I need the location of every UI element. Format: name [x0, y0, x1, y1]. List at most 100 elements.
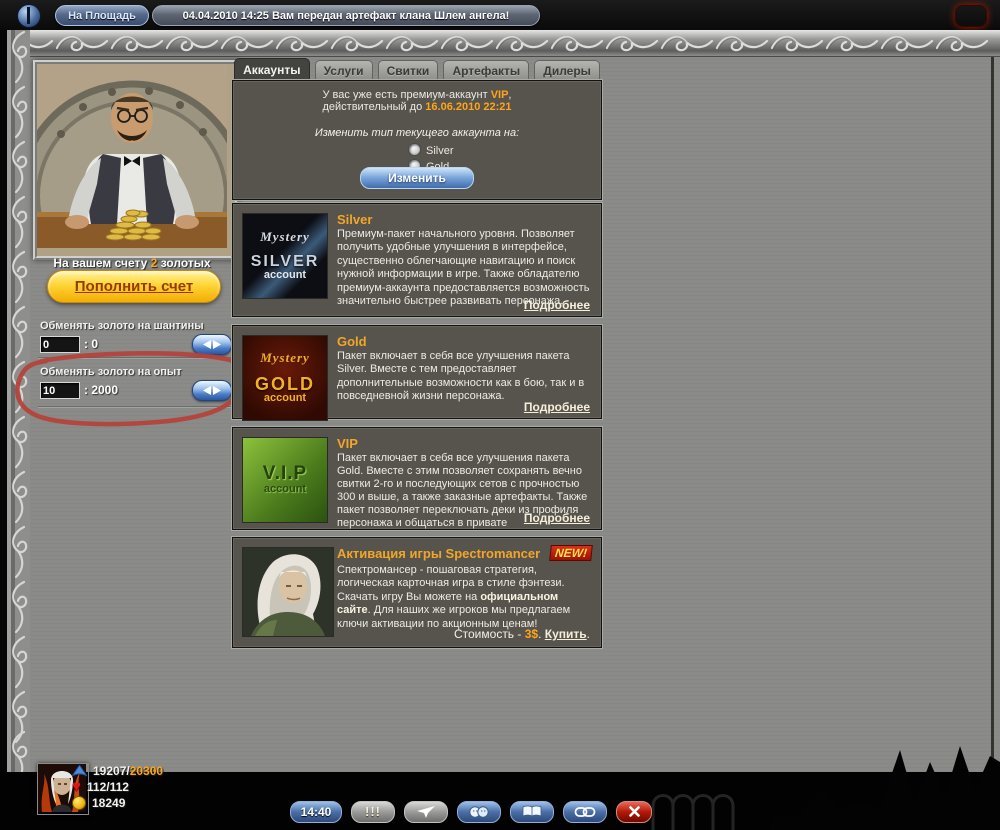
link-button[interactable]	[563, 801, 607, 823]
more-link-silver[interactable]: Подробнее	[524, 298, 590, 312]
silver-account-badge: Mystery SILVER account	[242, 213, 328, 299]
tab-dealers[interactable]: Дилеры	[534, 60, 600, 80]
tab-label: Дилеры	[543, 64, 591, 78]
exchange-shantin-button[interactable]	[192, 334, 232, 355]
filigree-pattern	[0, 30, 1000, 56]
exit-icon[interactable]	[955, 5, 987, 27]
card-silver: Mystery SILVER account Silver Премиум-па…	[232, 203, 602, 317]
filigree-pattern-vertical	[0, 30, 30, 772]
collapse-toggle-icon[interactable]	[17, 4, 41, 28]
new-badge: NEW!	[549, 545, 593, 561]
premium-account-type: VIP	[491, 89, 509, 101]
frame-right-edge	[991, 30, 994, 772]
price-prefix: Стоимость -	[454, 627, 525, 641]
alerts-button[interactable]: !!!	[351, 801, 395, 823]
chat-faces-icon	[468, 805, 490, 819]
mystery-logo: Mystery	[260, 351, 310, 365]
premium-line1-suffix: ,	[508, 89, 511, 101]
promo-text: Спектромансер - пошаговая стратегия, лог…	[337, 564, 587, 631]
health-heart-icon: ♥	[72, 782, 81, 792]
topup-account-button[interactable]: Пополнить счет	[47, 270, 221, 303]
change-account-button[interactable]: Изменить	[360, 167, 474, 189]
book-icon	[522, 805, 542, 818]
exchange-exp-input[interactable]	[40, 382, 80, 399]
time-button[interactable]: 14:40	[290, 801, 342, 823]
exchange-shantin-label: Обменять золото на шантины	[40, 320, 204, 332]
divider	[38, 357, 231, 359]
tab-label: Аккаунты	[243, 63, 300, 77]
exchange-arrows-icon	[201, 339, 223, 350]
buy-suffix: .	[587, 627, 590, 641]
portrait-illustration	[243, 548, 333, 636]
gold-value: 18249	[92, 796, 125, 810]
health-value: 112/112	[87, 780, 129, 794]
exchange-exp-label: Обменять золото на опыт	[40, 366, 182, 378]
stat-experience: 19207/20300	[72, 763, 163, 779]
game-window: На Площадь 04.04.2010 14:25 Вам передан …	[0, 0, 1000, 830]
more-link-vip[interactable]: Подробнее	[524, 511, 590, 525]
tab-services[interactable]: Услуги	[315, 60, 373, 80]
exchange-arrows-icon	[201, 385, 223, 396]
badge-sub: account	[264, 393, 306, 405]
plaza-button[interactable]: На Площадь	[55, 5, 149, 26]
experience-current: 19207/	[93, 764, 130, 778]
card-spectromancer: Активация игры Spectromancer NEW! Спектр…	[232, 537, 602, 648]
balance-suffix: золотых	[161, 256, 211, 270]
price-value: 3$	[525, 627, 538, 641]
premium-line2: действительный до 16.06.2010 22:21	[233, 101, 601, 113]
tab-artifacts[interactable]: Артефакты	[443, 60, 529, 80]
radio-silver[interactable]	[408, 143, 421, 156]
paper-plane-icon	[416, 805, 436, 819]
tab-scrolls[interactable]: Свитки	[378, 60, 439, 80]
card-title-gold: Gold	[337, 334, 367, 349]
bottom-toolbar: 14:40 !!!	[290, 801, 652, 822]
gold-coin-icon	[72, 796, 86, 810]
divider	[38, 406, 231, 408]
badge-sub: account	[264, 484, 306, 496]
mystery-logo: Mystery	[260, 230, 310, 244]
decor-arches	[648, 786, 758, 830]
exchange-shantin-input[interactable]	[40, 336, 80, 353]
spectromancer-portrait	[242, 547, 334, 637]
radio-row-silver: Silver	[408, 143, 601, 157]
close-button[interactable]	[616, 801, 652, 823]
card-title-silver: Silver	[337, 212, 372, 227]
top-bar: На Площадь 04.04.2010 14:25 Вам передан …	[0, 0, 1000, 30]
topup-button-label: Пополнить счет	[75, 278, 194, 295]
stat-gold: 18249	[72, 795, 125, 811]
premium-valid-until: 16.06.2010 22:21	[425, 101, 511, 113]
alerts-label: !!!	[365, 804, 381, 819]
promo-title: Активация игры Spectromancer	[337, 546, 540, 561]
premium-line1: У вас уже есть премиум-аккаунт VIP,	[233, 89, 601, 101]
book-button[interactable]	[510, 801, 554, 823]
badge-word: GOLD	[255, 375, 315, 394]
send-message-button[interactable]	[404, 801, 448, 823]
ornate-left-border	[0, 30, 30, 772]
gold-account-badge: Mystery GOLD account	[242, 335, 328, 421]
tab-accounts[interactable]: Аккаунты	[234, 58, 310, 80]
experience-arrow-icon	[72, 765, 87, 778]
plaza-button-label: На Площадь	[68, 10, 136, 22]
radio-silver-label: Silver	[426, 145, 454, 157]
premium-line2-prefix: действительный до	[322, 101, 425, 113]
premium-line1-prefix: У вас уже есть премиум-аккаунт	[323, 89, 491, 101]
vip-account-badge: V.I.P account	[242, 437, 328, 523]
card-title-vip: VIP	[337, 436, 358, 451]
chat-button[interactable]	[457, 801, 501, 823]
exchange-shantin-rate: : 0	[84, 337, 98, 351]
balance-prefix: На вашем счету	[53, 256, 147, 270]
buy-link[interactable]: Купить	[545, 627, 587, 641]
more-link-gold[interactable]: Подробнее	[524, 400, 590, 414]
time-label: 14:40	[301, 805, 332, 819]
exchange-exp-button[interactable]	[192, 380, 232, 401]
ornate-top-border	[0, 30, 1000, 57]
card-gold: Mystery GOLD account Gold Пакет включает…	[232, 325, 602, 419]
premium-account-panel: У вас уже есть премиум-аккаунт VIP, дейс…	[232, 80, 602, 200]
promo-text-after: . Для наших же игроков мы предлагаем клю…	[337, 604, 570, 629]
system-message-text: 04.04.2010 14:25 Вам передан артефакт кл…	[183, 10, 510, 22]
stat-health: ♥ 112/112	[72, 779, 129, 795]
system-message-bar[interactable]: 04.04.2010 14:25 Вам передан артефакт кл…	[152, 5, 540, 26]
badge-word: SILVER	[251, 254, 320, 271]
decor-spikes	[770, 738, 1000, 830]
badge-word: V.I.P	[263, 464, 307, 484]
